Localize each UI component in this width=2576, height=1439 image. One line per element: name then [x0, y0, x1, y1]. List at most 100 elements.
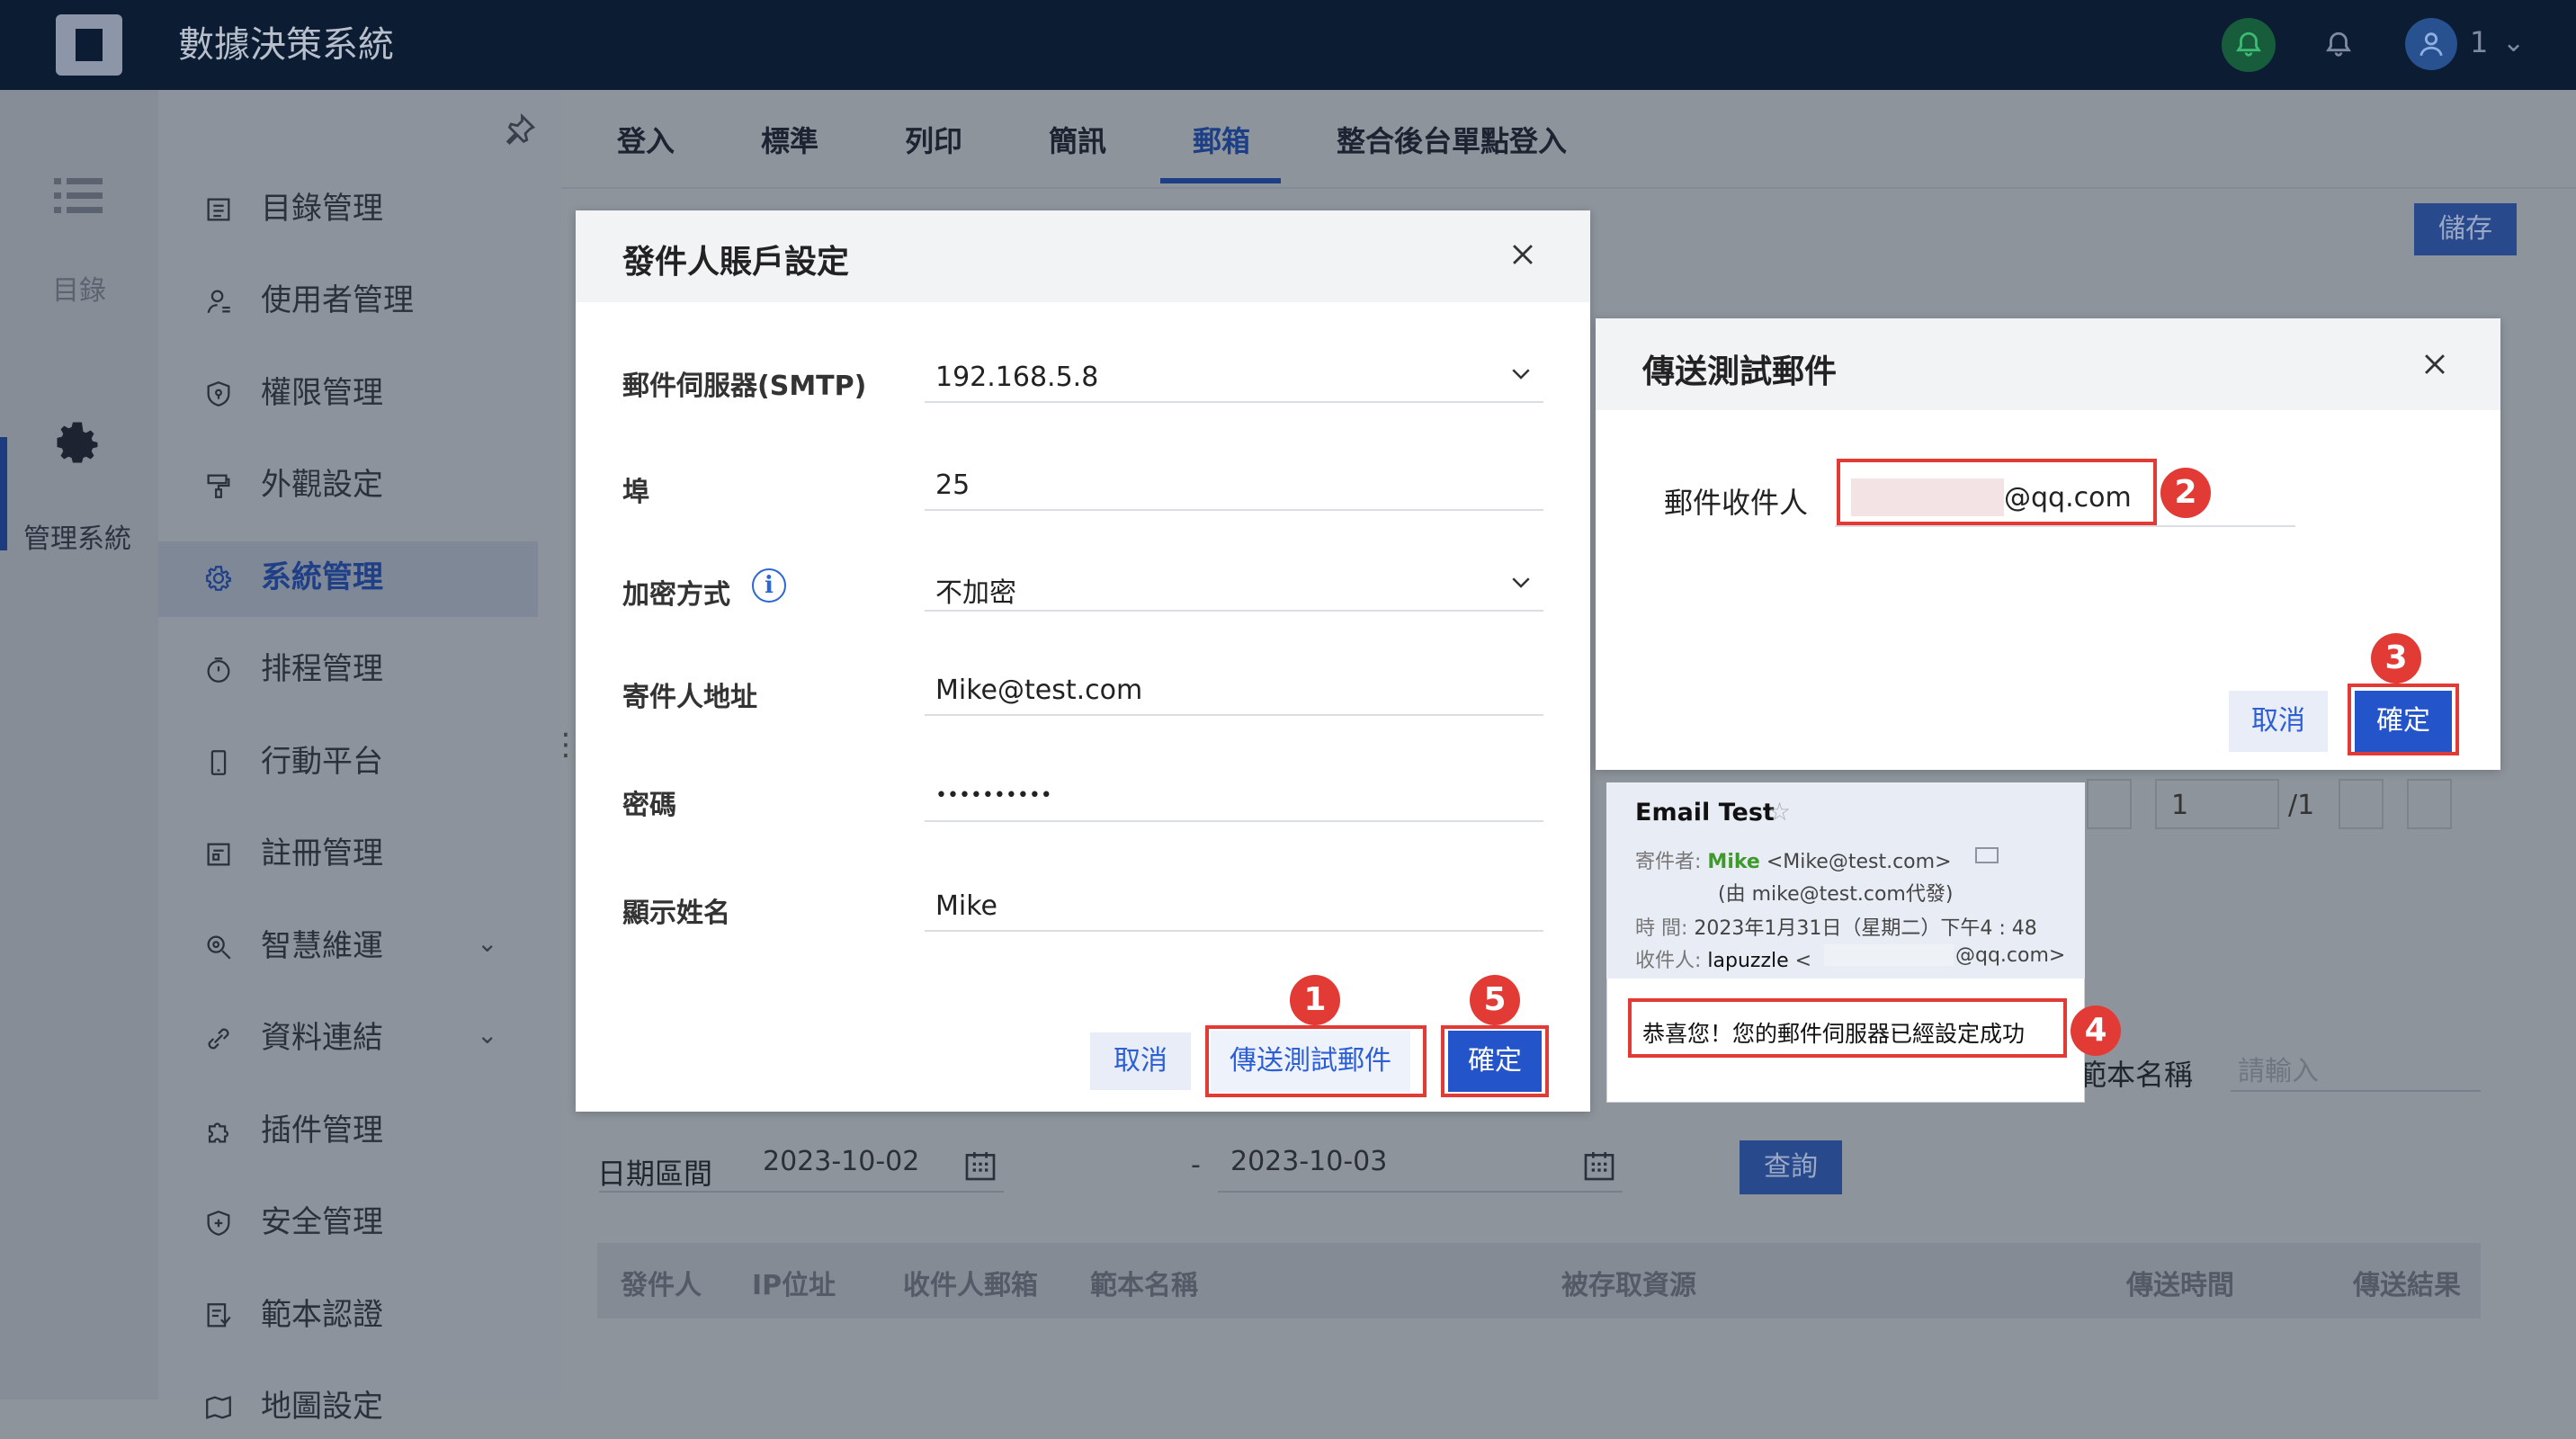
sidebar-item-user[interactable]: 使用者管理 [198, 268, 558, 333]
template-name-input[interactable]: 請輸入 [2231, 1034, 2481, 1092]
sidebar-item-list[interactable]: 目錄管理 [198, 176, 558, 241]
sidebar-item-search-gear[interactable]: 智慧維運 ⌄ [198, 914, 558, 979]
annotation-badge-3: 3 [2371, 633, 2421, 684]
timer-icon [207, 657, 230, 683]
tabs-bar [561, 90, 2576, 189]
info-icon[interactable]: i [752, 568, 786, 603]
gear-icon[interactable] [50, 416, 104, 469]
sidebar-item-label: 行動平台 [261, 744, 383, 780]
user-avatar-icon[interactable] [2405, 18, 2457, 70]
email-time-row: 時 間: 2023年1月31日（星期二）下午4 : 48 [1635, 917, 2037, 940]
sidebar-item-certificate[interactable]: 範本認證 [198, 1283, 558, 1347]
pager-next-button[interactable] [2339, 779, 2384, 829]
annotation-box-1 [1205, 1025, 1427, 1097]
contact-card-icon[interactable] [1975, 847, 1999, 863]
shield-lock-icon [207, 381, 230, 407]
mobile-icon [210, 750, 227, 775]
tab-login[interactable]: 登入 [617, 119, 675, 160]
sidebar-item-shield-plus[interactable]: 安全管理 [198, 1190, 558, 1255]
tab-mailbox[interactable]: 郵箱 [1193, 119, 1250, 160]
chevron-down-icon [1512, 369, 1530, 380]
cancel-button[interactable]: 取消 [1090, 1032, 1191, 1090]
sidebar-item-label: 插件管理 [261, 1113, 383, 1149]
bell-icon[interactable] [2312, 18, 2366, 72]
dialog-title: 發件人賬戶設定 [622, 244, 850, 281]
email-subject: Email Test [1635, 799, 1775, 827]
sidebar-item-label: 資料連結 [261, 1020, 383, 1056]
sidebar-item-mobile[interactable]: 行動平台 [198, 729, 558, 794]
sidebar-item-label: 智慧維運 [261, 928, 383, 964]
column-template: 範本名稱 [1090, 1270, 1198, 1301]
password-label: 密碼 [622, 790, 676, 821]
sidebar-item-puzzle[interactable]: 插件管理 [198, 1098, 558, 1163]
chevron-down-icon[interactable]: ⌄ [477, 928, 497, 958]
cancel-button[interactable]: 取消 [2229, 691, 2328, 752]
sidebar-item-timer[interactable]: 排程管理 [198, 637, 558, 702]
port-input[interactable]: 25 [925, 457, 1543, 511]
sender-address-input[interactable]: Mike@test.com [925, 662, 1543, 716]
redacted-text [1824, 944, 1954, 966]
chevron-down-icon[interactable]: ⌄ [2502, 27, 2525, 58]
rail-system-label[interactable]: 管理系統 [23, 516, 131, 556]
template-name-label: 範本名稱 [2078, 1058, 2194, 1092]
email-to-domain: @qq.com> [1955, 944, 2066, 967]
password-input[interactable]: •••••••••• [925, 768, 1543, 822]
sidebar-item-shield-lock[interactable]: 權限管理 [198, 361, 558, 425]
sidebar-item-label: 權限管理 [261, 375, 383, 411]
recipient-label: 郵件收件人 [1664, 486, 1809, 520]
annotation-box-5 [1441, 1025, 1549, 1097]
query-button[interactable]: 查詢 [1740, 1140, 1842, 1194]
pager-page-value: 1 [2171, 790, 2189, 821]
annotation-badge-4: 4 [2071, 1006, 2121, 1056]
close-icon[interactable] [1507, 239, 1538, 273]
column-ip: IP位址 [752, 1270, 836, 1301]
encryption-select[interactable]: 不加密 [925, 558, 1543, 612]
tab-standard[interactable]: 標準 [761, 119, 818, 160]
email-on-behalf: (由 mike@test.com代發) [1718, 883, 1954, 906]
notification-bell-icon[interactable] [2222, 18, 2276, 72]
annotation-box-3 [2348, 684, 2459, 755]
close-icon[interactable] [2419, 349, 2450, 383]
calendar-icon [965, 1152, 996, 1181]
save-button[interactable]: 儲存 [2414, 203, 2517, 255]
chevron-down-icon[interactable]: ⌄ [477, 1020, 497, 1050]
encryption-label: 加密方式 [622, 579, 730, 611]
sidebar-item-register[interactable]: 註冊管理 [198, 821, 558, 886]
pager-prev-button[interactable] [2087, 779, 2132, 829]
annotation-box-2 [1837, 459, 2157, 525]
column-resource: 被存取資源 [1561, 1270, 1696, 1301]
sidebar-item-map[interactable]: 地圖設定 [198, 1374, 558, 1439]
sidebar-item-link[interactable]: 資料連結 ⌄ [198, 1006, 558, 1070]
sidebar-item-label: 使用者管理 [261, 282, 414, 318]
sidebar-item-label: 排程管理 [261, 651, 383, 687]
tab-sso[interactable]: 整合後台單點登入 [1337, 119, 1567, 160]
date-to-input[interactable]: 2023-10-03 [1218, 1137, 1623, 1193]
tab-sms[interactable]: 簡訊 [1049, 119, 1106, 160]
annotation-badge-5: 5 [1470, 975, 1520, 1025]
display-name-input[interactable]: Mike [925, 878, 1543, 932]
link-icon [208, 1028, 229, 1050]
gear-icon [206, 566, 231, 591]
sidebar-item-label: 註冊管理 [261, 836, 383, 871]
smtp-label: 郵件伺服器(SMTP) [622, 371, 867, 402]
tab-print[interactable]: 列印 [905, 119, 962, 160]
smtp-select[interactable]: 192.168.5.8 [925, 349, 1543, 403]
pager-last-button[interactable] [2407, 779, 2452, 829]
dialog-title: 傳送測試郵件 [1642, 353, 1838, 390]
sidebar-item-label: 目錄管理 [261, 191, 383, 227]
sidebar-item-label: 地圖設定 [261, 1389, 383, 1425]
app-logo[interactable] [56, 14, 122, 76]
date-from-input[interactable]: 2023-10-02 [599, 1137, 1004, 1193]
email-from-row: 寄件者: Mike <Mike@test.com> [1635, 851, 1952, 873]
star-icon[interactable]: ☆ [1768, 797, 1791, 827]
date-separator: - [1191, 1149, 1201, 1181]
pin-icon[interactable] [500, 112, 538, 149]
register-icon [207, 843, 230, 866]
sidebar-item-paint-roller[interactable]: 外觀設定 [198, 452, 558, 517]
column-sender: 發件人 [621, 1270, 702, 1301]
rail-directory-label[interactable]: 目錄 [52, 268, 106, 308]
user-number[interactable]: 1 [2470, 25, 2488, 59]
annotation-badge-2: 2 [2160, 468, 2211, 518]
directory-list-icon[interactable] [54, 176, 103, 216]
sidebar-item-gear[interactable]: 系統管理 [198, 545, 558, 610]
